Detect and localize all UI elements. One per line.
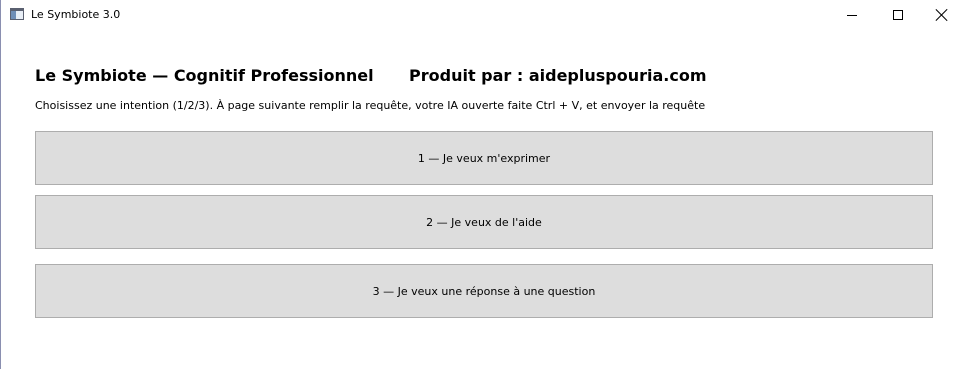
title-bar[interactable]: Le Symbiote 3.0: [1, 0, 964, 30]
producer-heading: Produit par : aidepluspouria.com: [409, 66, 707, 85]
maximize-icon: [893, 10, 903, 20]
minimize-icon: [847, 14, 857, 16]
minimize-button[interactable]: [829, 0, 875, 30]
close-icon: [936, 9, 948, 21]
close-button[interactable]: [919, 0, 964, 30]
maximize-button[interactable]: [875, 0, 921, 30]
instructions-text: Choisissez une intention (1/2/3). À page…: [35, 99, 706, 112]
intent-button-question[interactable]: 3 — Je veux une réponse à une question: [35, 264, 933, 318]
app-window-icon: [10, 8, 24, 20]
window-title: Le Symbiote 3.0: [31, 8, 121, 21]
app-title-heading: Le Symbiote — Cognitif Professionnel: [35, 66, 374, 85]
intent-button-express[interactable]: 1 — Je veux m'exprimer: [35, 131, 933, 185]
intent-button-help[interactable]: 2 — Je veux de l'aide: [35, 195, 933, 249]
